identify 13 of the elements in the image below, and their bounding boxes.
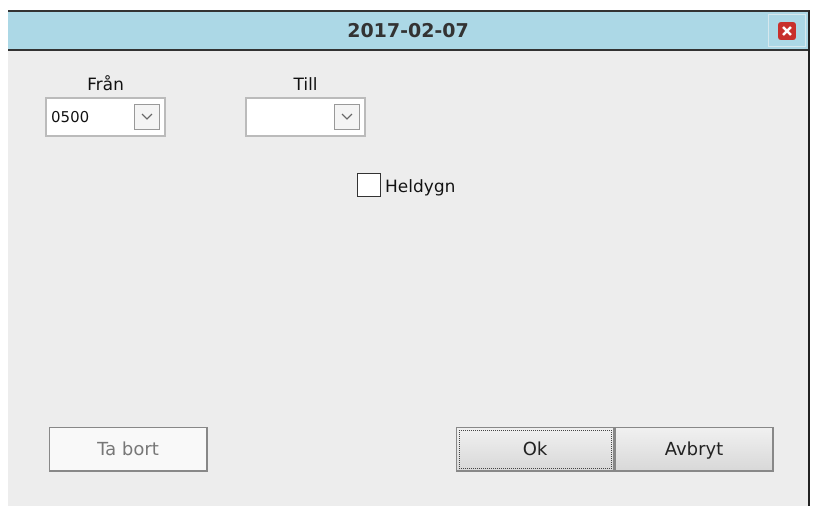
time-dropdown[interactable]: 0500 <box>45 97 166 137</box>
field-label: Från <box>87 75 124 95</box>
close-icon <box>778 22 796 40</box>
caret-icon <box>334 104 360 130</box>
dialog-button[interactable]: Ok <box>456 427 615 472</box>
window-title: 2017-02-07 <box>347 20 469 42</box>
time-dropdown[interactable] <box>245 97 366 137</box>
dialog-button[interactable]: Avbryt <box>615 427 774 472</box>
checkbox[interactable] <box>357 173 381 197</box>
caret-icon <box>134 104 160 130</box>
field-label: Till <box>293 75 318 95</box>
close-button[interactable] <box>768 14 806 47</box>
checkbox-label: Heldygn <box>385 177 456 197</box>
